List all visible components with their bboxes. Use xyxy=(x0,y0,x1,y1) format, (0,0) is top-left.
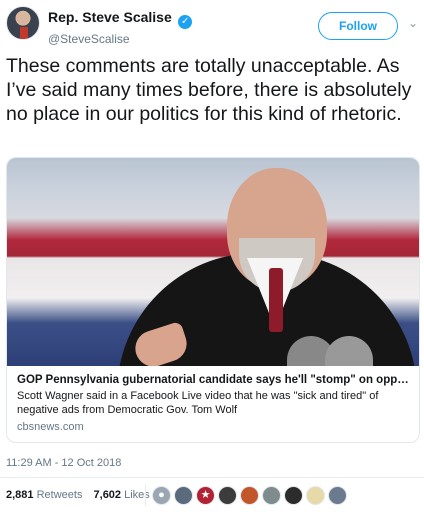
follow-button[interactable]: Follow xyxy=(318,12,398,40)
avatar-icon[interactable] xyxy=(328,486,347,505)
avatar-icon[interactable] xyxy=(240,486,259,505)
display-name[interactable]: Rep. Steve Scalise xyxy=(48,9,172,25)
tweet-timestamp[interactable]: 11:29 AM - 12 Oct 2018 xyxy=(6,457,121,469)
avatar-icon[interactable] xyxy=(218,486,237,505)
card-domain: cbsnews.com xyxy=(17,421,84,433)
avatar-icon[interactable] xyxy=(306,486,325,505)
card-body[interactable]: GOP Pennsylvania gubernatorial candidate… xyxy=(7,366,419,433)
likes-count: 7,602 xyxy=(93,489,122,501)
avatar-icon[interactable]: ★ xyxy=(196,486,215,505)
verified-badge-icon: ✓ xyxy=(178,15,193,29)
avatar-icon[interactable] xyxy=(174,486,193,505)
user-name-block[interactable]: Rep. Steve Scalise ✓ @SteveScalise xyxy=(48,9,193,46)
profile-avatar[interactable] xyxy=(6,6,40,40)
likes-stat[interactable]: 7,602 Likes xyxy=(94,489,150,501)
retweets-label: Retweets xyxy=(36,489,83,501)
card-image[interactable] xyxy=(7,158,419,366)
user-handle[interactable]: @SteveScalise xyxy=(48,32,192,46)
card-title[interactable]: GOP Pennsylvania gubernatorial candidate… xyxy=(17,374,409,386)
avatar-icon[interactable] xyxy=(284,486,303,505)
stats-divider xyxy=(145,484,146,506)
chevron-down-icon[interactable]: ⌄ xyxy=(408,16,418,30)
divider xyxy=(0,477,424,478)
card-description: Scott Wagner said in a Facebook Live vid… xyxy=(17,390,379,416)
tweet-text: These comments are totally unacceptable.… xyxy=(6,55,412,125)
default-avatar-icon[interactable]: ● xyxy=(152,486,171,505)
liker-avatars: ● ★ xyxy=(152,486,350,506)
tweet-header: Rep. Steve Scalise ✓ @SteveScalise Follo… xyxy=(4,4,420,48)
avatar-icon[interactable] xyxy=(262,486,281,505)
retweets-count: 2,881 xyxy=(6,489,34,501)
link-preview-card[interactable]: GOP Pennsylvania gubernatorial candidate… xyxy=(6,157,420,443)
retweets-stat[interactable]: 2,881 Retweets xyxy=(6,489,82,501)
tweet-stats: 2,881 Retweets 7,602 Likes xyxy=(6,489,150,501)
